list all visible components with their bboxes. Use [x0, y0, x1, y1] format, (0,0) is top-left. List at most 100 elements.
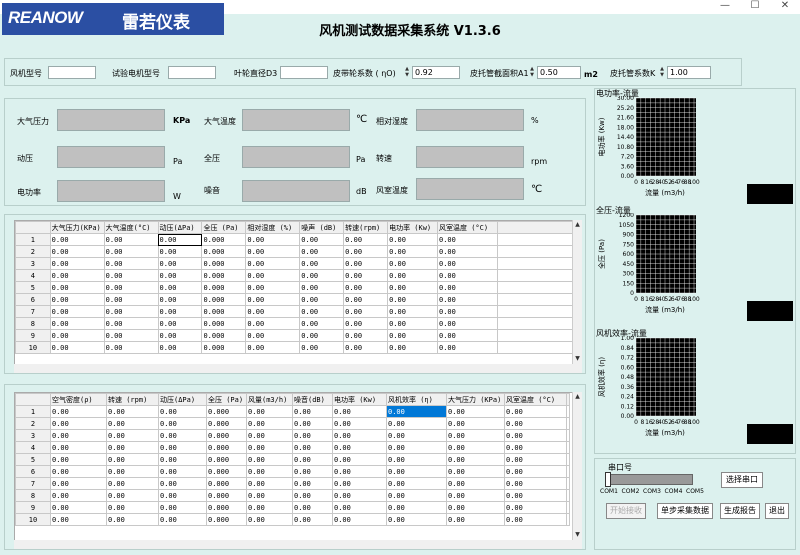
table-cell[interactable]: 0.000 [206, 429, 247, 442]
table-cell[interactable]: 0.00 [446, 429, 505, 442]
belt-coef-spinner[interactable]: ▲ ▼ [404, 66, 410, 79]
table-cell[interactable]: 0.00 [103, 341, 159, 354]
table-cell[interactable]: 0.000 [206, 405, 247, 418]
column-header[interactable]: 风量(m3/h) [246, 393, 293, 406]
table-cell[interactable]: 0.00 [50, 453, 107, 466]
table-cell[interactable]: 0.00 [106, 477, 159, 490]
table-cell[interactable]: 0.00 [103, 281, 159, 294]
table-cell[interactable]: 0.00 [246, 477, 293, 490]
table-cell[interactable]: 0.00 [157, 245, 203, 258]
table-cell[interactable]: 0.00 [332, 489, 387, 502]
table-cell[interactable]: 0.00 [49, 305, 105, 318]
table-cell[interactable]: 0.00 [343, 341, 389, 354]
table-cell[interactable]: 0.00 [437, 305, 498, 318]
table-cell[interactable]: 0.00 [292, 453, 333, 466]
table-cell[interactable]: 0.00 [49, 245, 105, 258]
table-cell[interactable]: 0.00 [292, 429, 333, 442]
table-cell[interactable]: 0.00 [504, 453, 567, 466]
row-header[interactable]: 2 [15, 417, 51, 430]
row-header[interactable]: 9 [15, 501, 51, 514]
row-header[interactable]: 7 [15, 477, 51, 490]
table-cell[interactable]: 0.00 [246, 429, 293, 442]
table-cell[interactable]: 0.00 [504, 441, 567, 454]
column-header[interactable]: 动压(ΔPa) [158, 393, 207, 406]
table-cell[interactable]: 0.00 [292, 405, 333, 418]
minimize-button[interactable]: — [714, 0, 736, 14]
pitot-area-input[interactable]: 0.50 [537, 66, 581, 79]
table-cell[interactable]: 0.00 [158, 501, 207, 514]
table-cell[interactable]: 0.00 [103, 245, 159, 258]
result-data-table[interactable]: 空气密度(ρ) 转速 (rpm) 动压(ΔPa) 全压 (Pa) 风量(m3/h) 噪音(… [15, 393, 570, 526]
table-cell[interactable]: 0.00 [332, 417, 387, 430]
table-cell[interactable]: 0.00 [49, 257, 105, 270]
column-header[interactable]: 风室温度 (°C) [504, 393, 567, 406]
table-cell[interactable]: 0.00 [386, 453, 447, 466]
scroll-up-icon[interactable]: ▲ [573, 392, 582, 402]
table-cell[interactable]: 0.00 [446, 453, 505, 466]
column-header[interactable]: 大气温度(°C) [103, 221, 159, 234]
table-cell[interactable]: 0.00 [103, 317, 159, 330]
table-cell[interactable]: 0.000 [201, 245, 247, 258]
table-cell[interactable]: 0.000 [201, 233, 247, 246]
single-step-button[interactable]: 单步采集数据 [657, 503, 713, 519]
table-cell[interactable]: 0.00 [245, 257, 301, 270]
table-cell[interactable]: 0.000 [206, 465, 247, 478]
table-cell[interactable]: 0.00 [446, 441, 505, 454]
table-cell[interactable]: 0.00 [386, 417, 447, 430]
table-cell[interactable]: 0.00 [343, 257, 389, 270]
table-cell[interactable]: 0.00 [49, 329, 105, 342]
column-header[interactable]: 空气密度(ρ) [50, 393, 107, 406]
scroll-down-icon[interactable]: ▼ [573, 530, 582, 540]
column-header[interactable]: 噪声 (dB) [299, 221, 345, 234]
table-cell[interactable]: 0.00 [504, 477, 567, 490]
row-header[interactable]: 2 [15, 245, 51, 258]
generate-report-button[interactable]: 生成报告 [720, 503, 760, 519]
table-cell[interactable]: 0.00 [446, 405, 505, 418]
impeller-input[interactable] [280, 66, 328, 79]
table-cell[interactable]: 0.000 [206, 477, 247, 490]
table-cell[interactable]: 0.00 [387, 329, 438, 342]
raw-data-table[interactable]: 大气压力(KPa) 大气温度(°C) 动压(ΔPa) 全压 (Pa) 相对湿度 (%) 噪… [15, 221, 575, 354]
table-cell[interactable]: 0.00 [50, 513, 107, 526]
result-data-vscroll[interactable]: ▲ ▼ [572, 392, 582, 540]
table-cell[interactable]: 0.000 [206, 489, 247, 502]
table-cell[interactable]: 0.00 [386, 441, 447, 454]
row-header[interactable]: 6 [15, 293, 51, 306]
maximize-button[interactable]: ☐ [744, 0, 766, 14]
table-cell[interactable]: 0.00 [343, 281, 389, 294]
row-header[interactable]: 6 [15, 465, 51, 478]
column-header[interactable]: 大气压力(KPa) [49, 221, 105, 234]
table-cell[interactable]: 0.00 [157, 305, 203, 318]
row-header[interactable]: 10 [15, 513, 51, 526]
table-cell[interactable]: 0.00 [158, 405, 207, 418]
table-cell[interactable]: 0.000 [201, 293, 247, 306]
fan-model-input[interactable] [48, 66, 96, 79]
table-cell[interactable]: 0.00 [106, 489, 159, 502]
exit-button[interactable]: 退出 [765, 503, 789, 519]
close-button[interactable]: ✕ [774, 0, 796, 14]
table-cell[interactable]: 0.00 [157, 257, 203, 270]
pitot-area-spinner[interactable]: ▲ ▼ [529, 66, 535, 79]
table-cell[interactable]: 0.00 [245, 317, 301, 330]
table-cell[interactable]: 0.00 [157, 317, 203, 330]
table-cell[interactable]: 0.000 [201, 269, 247, 282]
table-cell[interactable]: 0.00 [387, 317, 438, 330]
table-cell[interactable]: 0.00 [504, 429, 567, 442]
column-header[interactable]: 风室温度 (°C) [437, 221, 498, 234]
table-cell[interactable]: 0.00 [343, 245, 389, 258]
row-header[interactable]: 3 [15, 257, 51, 270]
scroll-up-icon[interactable]: ▲ [573, 220, 582, 230]
table-cell[interactable]: 0.00 [106, 513, 159, 526]
table-cell[interactable]: 0.00 [49, 317, 105, 330]
table-cell[interactable]: 0.000 [201, 329, 247, 342]
table-cell[interactable]: 0.00 [332, 477, 387, 490]
table-cell[interactable]: 0.00 [343, 317, 389, 330]
table-cell[interactable]: 0.00 [106, 453, 159, 466]
slider-thumb[interactable] [605, 472, 611, 487]
pitot-coef-input[interactable]: 1.00 [667, 66, 711, 79]
table-cell[interactable]: 0.00 [49, 281, 105, 294]
table-cell[interactable]: 0.00 [157, 281, 203, 294]
column-header[interactable]: 转速(rpm) [343, 221, 389, 234]
row-header[interactable]: 5 [15, 453, 51, 466]
table-cell[interactable]: 0.00 [158, 477, 207, 490]
